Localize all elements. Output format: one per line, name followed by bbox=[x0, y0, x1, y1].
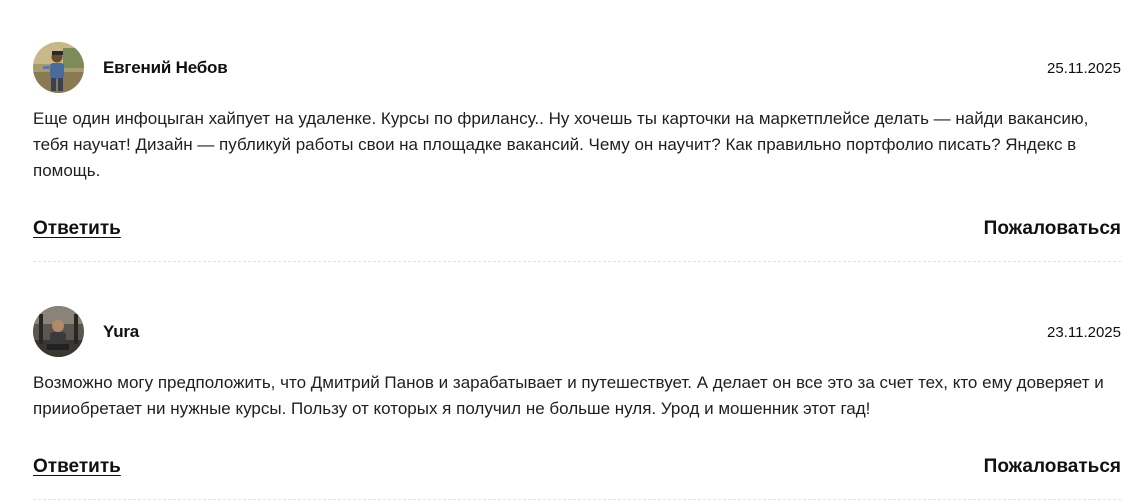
complain-link[interactable]: Пожаловаться bbox=[984, 456, 1121, 478]
comment-actions: Ответить Пожаловаться bbox=[33, 456, 1121, 486]
user-photo-icon bbox=[33, 306, 84, 357]
comment-item: Евгений Небов 25.11.2025 Еще один инфоцы… bbox=[33, 42, 1121, 248]
comment-author: Yura bbox=[103, 322, 140, 341]
reply-link[interactable]: Ответить bbox=[33, 456, 121, 478]
comments-list: Евгений Небов 25.11.2025 Еще один инфоцы… bbox=[0, 0, 1132, 504]
comment-text: Еще один инфоцыган хайпует на удаленке. … bbox=[33, 109, 1089, 180]
reply-link[interactable]: Ответить bbox=[33, 218, 121, 240]
user-photo-icon bbox=[33, 42, 84, 93]
avatar bbox=[33, 42, 84, 93]
comment-date: 23.11.2025 bbox=[1047, 324, 1121, 341]
comment-date: 25.11.2025 bbox=[1047, 60, 1121, 77]
comment-actions: Ответить Пожаловаться bbox=[33, 218, 1121, 248]
complain-link[interactable]: Пожаловаться bbox=[984, 218, 1121, 240]
comment-author: Евгений Небов bbox=[103, 58, 228, 77]
comment-divider bbox=[33, 261, 1121, 262]
comment-header: Yura 23.11.2025 bbox=[33, 306, 1121, 358]
comment-header: Евгений Небов 25.11.2025 bbox=[33, 42, 1121, 94]
avatar bbox=[33, 306, 84, 357]
comment-item: Yura 23.11.2025 Возможно могу предположи… bbox=[33, 306, 1121, 486]
comment-text: Возможно могу предположить, что Дмитрий … bbox=[33, 373, 1104, 418]
comment-divider bbox=[33, 499, 1121, 500]
